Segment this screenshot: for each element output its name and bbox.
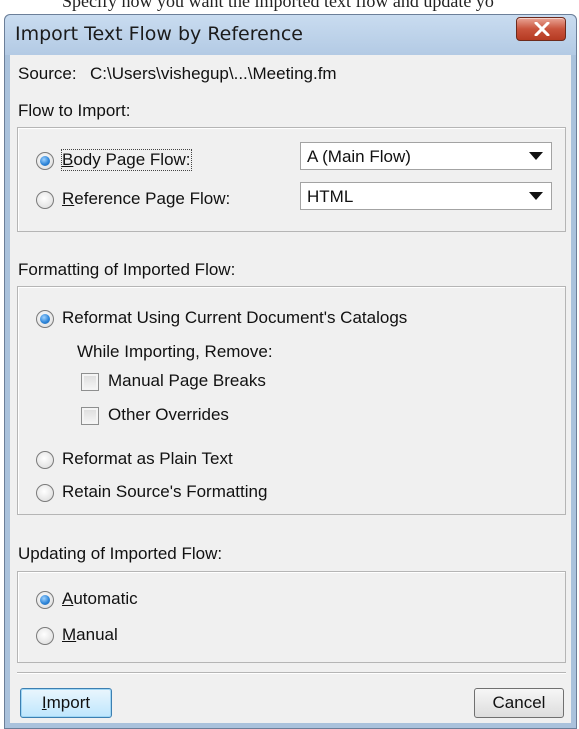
import-text-flow-dialog: Import Text Flow by Reference Source: C:… [4, 14, 577, 729]
reformat-catalogs-label[interactable]: Reformat Using Current Document's Catalo… [62, 308, 407, 328]
background-instruction-text: Specify how you want the imported text f… [62, 0, 494, 11]
reference-page-flow-radio[interactable] [36, 191, 54, 209]
while-importing-remove-label: While Importing, Remove: [77, 342, 273, 361]
source-path: C:\Users\vishegup\...\Meeting.fm [90, 64, 337, 83]
formatting-group: Reformat Using Current Document's Catalo… [17, 286, 566, 515]
body-page-flow-label[interactable]: Body Page Flow: [61, 149, 192, 171]
import-button[interactable]: Import [20, 688, 112, 718]
other-overrides-checkbox[interactable] [81, 407, 99, 425]
dialog-body: Source: C:\Users\vishegup\...\Meeting.fm… [10, 55, 571, 723]
manual-radio[interactable] [36, 627, 54, 645]
body-page-flow-radio[interactable] [36, 152, 54, 170]
flow-to-import-heading: Flow to Import: [18, 101, 131, 120]
button-separator [17, 672, 566, 674]
reference-page-flow-value: HTML [307, 187, 354, 206]
cancel-button[interactable]: Cancel [474, 688, 564, 718]
flow-to-import-group: Body Page Flow: A (Main Flow) Reference … [17, 127, 566, 232]
updating-group: Automatic Manual [17, 571, 566, 663]
retain-source-label[interactable]: Retain Source's Formatting [62, 482, 267, 502]
updating-heading: Updating of Imported Flow: [18, 544, 223, 563]
dropdown-arrow-icon [529, 152, 543, 160]
dropdown-arrow-icon [529, 192, 543, 200]
close-button[interactable] [516, 17, 566, 41]
reference-page-flow-label[interactable]: Reference Page Flow: [62, 189, 230, 209]
body-page-flow-dropdown[interactable]: A (Main Flow) [300, 142, 552, 170]
manual-label[interactable]: Manual [62, 625, 118, 645]
manual-page-breaks-label[interactable]: Manual Page Breaks [108, 371, 266, 391]
reformat-catalogs-radio[interactable] [36, 310, 54, 328]
other-overrides-label[interactable]: Other Overrides [108, 405, 229, 425]
close-icon [534, 22, 550, 36]
reformat-plain-text-label[interactable]: Reformat as Plain Text [62, 449, 233, 469]
formatting-heading: Formatting of Imported Flow: [18, 260, 236, 279]
automatic-radio[interactable] [36, 591, 54, 609]
background-document-text: Specify how you want the imported text f… [0, 0, 579, 14]
automatic-label[interactable]: Automatic [62, 589, 138, 609]
manual-page-breaks-checkbox[interactable] [81, 373, 99, 391]
source-label: Source: [18, 64, 77, 83]
dialog-title-bar: Import Text Flow by Reference [5, 15, 576, 55]
reference-page-flow-dropdown[interactable]: HTML [300, 182, 552, 210]
body-page-flow-value: A (Main Flow) [307, 147, 411, 166]
retain-source-radio[interactable] [36, 484, 54, 502]
reformat-plain-text-radio[interactable] [36, 451, 54, 469]
dialog-title: Import Text Flow by Reference [15, 23, 303, 45]
